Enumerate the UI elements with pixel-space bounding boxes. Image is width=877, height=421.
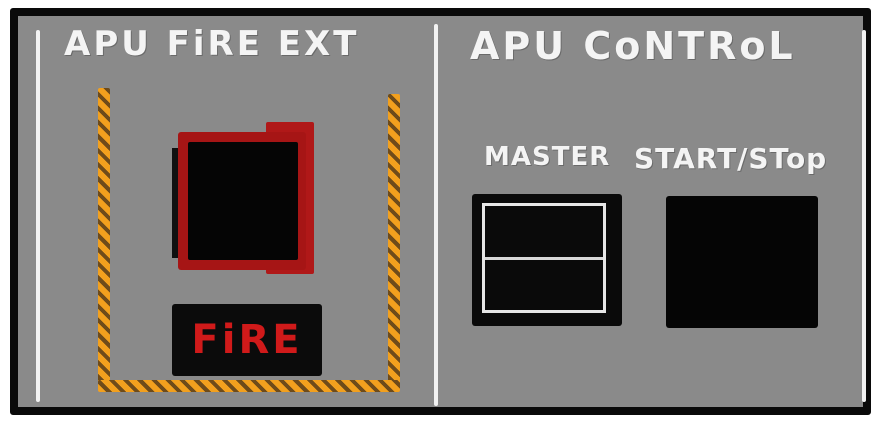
guard-right-rail bbox=[388, 94, 400, 388]
left-divider bbox=[36, 30, 40, 402]
fire-warning-label: FiRE bbox=[191, 317, 303, 363]
start-stop-button[interactable] bbox=[666, 196, 818, 328]
center-divider bbox=[434, 24, 438, 406]
fire-ext-title: APU FiRE EXT bbox=[64, 24, 360, 64]
fire-handle-button[interactable] bbox=[178, 132, 306, 270]
fire-warning-light: FiRE bbox=[172, 304, 322, 376]
master-label: MASTER bbox=[484, 142, 611, 172]
right-divider bbox=[862, 30, 866, 402]
master-switch-button[interactable] bbox=[472, 194, 622, 326]
guard-bottom-rail bbox=[98, 380, 400, 392]
start-stop-label: START/STop bbox=[634, 142, 828, 175]
fire-handle-face bbox=[188, 142, 298, 260]
master-switch-divider bbox=[485, 257, 603, 260]
guard-left-rail bbox=[98, 88, 110, 388]
master-switch-frame bbox=[482, 203, 606, 313]
apu-control-title: APU CoNTRoL bbox=[470, 24, 796, 68]
